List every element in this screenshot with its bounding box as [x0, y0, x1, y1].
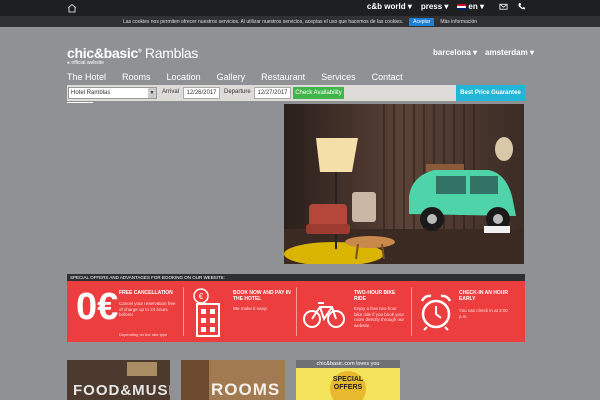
phone-icon[interactable]	[517, 2, 526, 11]
arrival-label: Arrival	[162, 89, 180, 95]
hotel-select[interactable]: Hotel Ramblas ▼	[68, 87, 157, 99]
logo-main-text: chic&basic	[67, 45, 138, 61]
offer-title: TWO-HOUR BIKE RIDE	[354, 290, 396, 302]
language-selector[interactable]: en ▾	[457, 2, 484, 11]
departure-date-input[interactable]: 12/27/2017	[254, 87, 291, 99]
nav-item-rooms[interactable]: Rooms	[122, 72, 151, 82]
press-link[interactable]: press ▾	[421, 2, 449, 11]
cookie-accept-button[interactable]: Aceptar	[409, 17, 435, 26]
logo-hotel-name: Ramblas	[144, 45, 199, 61]
hotel-lobby-illustration	[284, 104, 524, 264]
uk-flag-icon	[457, 3, 467, 10]
city-selector: barcelona ▾ amsterdam ▾	[433, 48, 534, 57]
tile-label: FOOD&MUSIC	[73, 382, 170, 399]
tagline-text: official website	[71, 60, 104, 66]
tile-photo-detail	[127, 362, 157, 376]
alarm-clock-icon	[420, 294, 452, 331]
nav-item-contact[interactable]: Contact	[372, 72, 403, 82]
offer-divider	[183, 287, 184, 336]
offers-header: SPECIAL OFFERS AND ADVANTAGES FOR BOOKIN…	[67, 274, 525, 281]
logo-tagline: ● official website	[67, 60, 104, 66]
nav-item-the-hotel[interactable]: The Hotel	[67, 72, 106, 82]
nav-active-underline	[67, 102, 93, 103]
tagline-circle-icon: ●	[67, 60, 71, 66]
home-icon[interactable]	[66, 2, 78, 14]
offer-divider	[296, 287, 297, 336]
dropdown-arrow-icon: ▼	[148, 88, 156, 98]
offer-description: Cancel your reservation free of charge u…	[119, 301, 176, 317]
best-price-guarantee-button[interactable]: Best Price Guarantee	[456, 85, 525, 101]
offer-title: FREE CANCELLATION	[119, 290, 173, 296]
bicycle-icon	[303, 302, 345, 328]
offer-description: Enjoy a free two-hour bike ride if you b…	[354, 306, 405, 328]
zero-euro-icon: 0€	[76, 286, 119, 328]
offers-panel: 0€ FREE CANCELLATION Cancel your reserva…	[67, 281, 525, 342]
offer-early-checkin[interactable]: CHECK-IN AN HOUR EARLY You can check in …	[413, 281, 525, 342]
offer-description: We make it easy!	[233, 306, 268, 311]
tile-photo-detail	[181, 360, 209, 400]
brand-logo[interactable]: chic&basic® Ramblas	[67, 45, 198, 61]
offer-divider	[411, 287, 412, 336]
promo-tiles: FOOD&MUSIC ROOMS chic&basic.com loves yo…	[67, 360, 525, 400]
offer-title: BOOK NOW AND PAY IN THE HOTEL	[233, 290, 291, 302]
tile-label: SPECIAL OFFERS	[332, 376, 364, 391]
tile-special-offers[interactable]: chic&basic.com loves you SPECIAL OFFERS	[296, 360, 400, 400]
building-euro-icon: €	[193, 288, 220, 337]
language-label: en ▾	[468, 2, 484, 11]
top-bar-links: c&b world ▾ press ▾ en ▾	[367, 2, 526, 11]
offer-note: Depending on the rate type	[119, 332, 168, 337]
hotel-select-value: Hotel Ramblas	[71, 90, 111, 96]
offer-title: CHECK-IN AN HOUR EARLY	[459, 290, 508, 302]
tile-label: ROOMS	[211, 380, 281, 399]
tile-food-music[interactable]: FOOD&MUSIC	[67, 360, 170, 400]
offer-bike-ride[interactable]: TWO-HOUR BIKE RIDE Enjoy a free two-hour…	[298, 281, 410, 342]
mail-icon[interactable]	[499, 2, 508, 11]
svg-text:€: €	[199, 292, 204, 301]
nav-item-restaurant[interactable]: Restaurant	[261, 72, 305, 82]
cookie-more-info-link[interactable]: Más información	[440, 19, 477, 25]
departure-label: Departure	[224, 89, 251, 95]
tile-header: chic&basic.com loves you	[296, 360, 400, 368]
nav-item-gallery[interactable]: Gallery	[217, 72, 246, 82]
booking-bar: Hotel Ramblas ▼ Arrival 12/26/2017 Depar…	[67, 85, 525, 101]
offer-free-cancellation[interactable]: 0€ FREE CANCELLATION Cancel your reserva…	[67, 281, 181, 342]
cookie-banner: Las cookies nos permiten ofrecer nuestro…	[0, 16, 600, 27]
nav-item-location[interactable]: Location	[167, 72, 201, 82]
hero-image	[284, 104, 524, 264]
city-amsterdam-link[interactable]: amsterdam ▾	[485, 48, 534, 57]
offer-description: You can check in at 2:00 p.m.	[459, 308, 508, 319]
top-bar: c&b world ▾ press ▾ en ▾	[0, 0, 600, 16]
city-barcelona-link[interactable]: barcelona ▾	[433, 48, 477, 57]
tile-rooms[interactable]: ROOMS	[181, 360, 285, 400]
nav-item-services[interactable]: Services	[321, 72, 356, 82]
cb-world-link[interactable]: c&b world ▾	[367, 2, 412, 11]
main-nav: The Hotel Rooms Location Gallery Restaur…	[67, 72, 419, 82]
arrival-date-input[interactable]: 12/26/2017	[183, 87, 220, 99]
offer-pay-in-hotel[interactable]: € BOOK NOW AND PAY IN THE HOTEL We make …	[185, 281, 295, 342]
cookie-message: Las cookies nos permiten ofrecer nuestro…	[122, 18, 404, 25]
check-availability-button[interactable]: Check Availability	[293, 87, 344, 99]
registered-mark: ®	[137, 48, 142, 55]
